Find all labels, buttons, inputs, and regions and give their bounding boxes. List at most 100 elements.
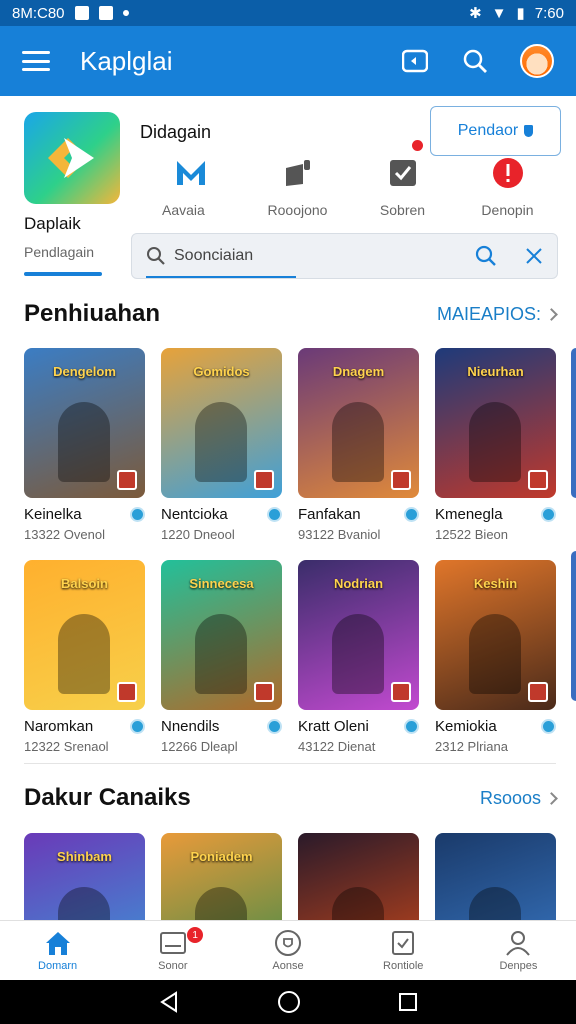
wifi-icon: ▼ xyxy=(491,4,507,22)
game-title: Kmenegla xyxy=(435,506,503,523)
nav-item-inbox[interactable]: 1 Sonor xyxy=(115,921,230,980)
featured-app-icon[interactable] xyxy=(24,112,120,204)
verified-icon xyxy=(130,507,145,522)
game-thumbnail[interactable]: Dnagem xyxy=(298,348,419,498)
category-item-2[interactable]: Rooojono xyxy=(245,156,350,218)
search-submit-icon[interactable] xyxy=(475,245,497,267)
notification-dot xyxy=(412,140,423,151)
rating-badge-icon xyxy=(254,682,274,702)
section-divider xyxy=(24,763,556,764)
status-time-right: 7:60 xyxy=(534,4,564,22)
verified-icon xyxy=(404,507,419,522)
home-button-icon[interactable] xyxy=(277,990,301,1014)
recents-icon[interactable] xyxy=(398,992,418,1012)
game-thumbnail[interactable]: Dengelom xyxy=(24,348,145,498)
game-thumbnail[interactable]: Gomidos xyxy=(161,348,282,498)
featured-action-label: Pendaor xyxy=(457,122,519,139)
game-banner-text: Gomidos xyxy=(193,364,250,379)
verified-icon xyxy=(267,507,282,522)
sim-icon xyxy=(98,6,113,20)
dot-icon xyxy=(122,10,129,16)
featured-section-label: Didagain xyxy=(140,122,212,142)
game-title: Nnendils xyxy=(161,718,220,735)
game-card[interactable]: Sinnecesa Nnendils 12266 Dleapl xyxy=(161,560,282,754)
featured-app-subtitle[interactable]: Pendlagain xyxy=(24,244,94,260)
back-icon[interactable] xyxy=(158,991,180,1013)
game-thumbnail[interactable]: Nodrian xyxy=(298,560,419,710)
verified-icon xyxy=(130,719,145,734)
avatar[interactable] xyxy=(520,44,554,78)
game-title: Naromkan xyxy=(24,718,94,735)
nav-item-home[interactable]: Domarn xyxy=(0,921,115,980)
see-more-link[interactable]: MAIEAPIOS: xyxy=(436,303,558,325)
game-meta: 1220 Dneool xyxy=(161,527,235,542)
game-title: Keinelka xyxy=(24,506,82,523)
game-banner-text: Poniadem xyxy=(190,849,253,864)
cast-icon[interactable] xyxy=(400,46,430,76)
game-card[interactable]: Keshin Kemiokia 2312 Plriana xyxy=(435,560,556,754)
category-item-3[interactable]: Sobren xyxy=(350,156,455,218)
game-banner-text: Shinbam xyxy=(57,849,112,864)
game-card[interactable]: Balsoin Naromkan 12322 Srenaol xyxy=(24,560,145,754)
game-card[interactable]: Nieurhan Kmenegla 12522 Bieon xyxy=(435,348,556,542)
featured-app-name: Daplaik xyxy=(24,214,81,233)
checkbox-icon xyxy=(386,156,420,190)
app-bar: Kaplglai xyxy=(0,26,576,96)
category-label: Aavaia xyxy=(162,202,205,218)
close-icon[interactable] xyxy=(525,247,543,265)
game-card[interactable]: Dnagem Fanfakan 93122 Bvaniol xyxy=(298,348,419,542)
game-banner-text: Balsoin xyxy=(61,576,108,591)
character-figure xyxy=(332,614,384,694)
game-banner-text: Nieurhan xyxy=(467,364,524,379)
chevron-right-icon xyxy=(545,307,558,321)
verified-icon xyxy=(404,719,419,734)
next-card-peek[interactable] xyxy=(571,348,576,498)
search-bar[interactable]: Soonciaian xyxy=(131,233,558,279)
nav-item-profile[interactable]: Denpes xyxy=(461,921,576,980)
system-nav-bar xyxy=(0,980,576,1024)
game-banner-text: Dnagem xyxy=(332,364,385,379)
see-more-label: MAIEAPIOS: xyxy=(436,303,541,324)
game-banner-text: Sinnecesa xyxy=(189,576,254,591)
game-thumbnail[interactable]: Nieurhan xyxy=(435,348,556,498)
verified-icon xyxy=(541,507,556,522)
category-item-4[interactable]: Denopin xyxy=(455,156,560,218)
notification-icon xyxy=(74,6,89,20)
home-icon xyxy=(44,930,72,956)
person-icon xyxy=(504,930,532,956)
game-thumbnail[interactable]: Keshin xyxy=(435,560,556,710)
search-input[interactable]: Soonciaian xyxy=(174,247,475,265)
search-icon xyxy=(147,247,165,265)
character-figure xyxy=(195,614,247,694)
game-grid-popular: Dengelom Keinelka 13322 Ovenol Gomidos Nentc… xyxy=(24,348,576,754)
game-banner-text: Nodrian xyxy=(333,576,384,591)
chevron-right-icon xyxy=(545,791,558,805)
nav-item-document[interactable]: Rontiole xyxy=(346,921,461,980)
game-meta: 12266 Dleapl xyxy=(161,739,238,754)
category-label: Denopin xyxy=(481,202,534,218)
category-row: Aavaia Rooojono Sobren Denopin xyxy=(140,156,560,218)
category-label: Sobren xyxy=(379,202,426,218)
game-meta: 2312 Plriana xyxy=(435,739,508,754)
menu-icon[interactable] xyxy=(22,51,50,71)
bluetooth-icon: ✱ xyxy=(469,5,482,22)
see-more-link[interactable]: Rsooos xyxy=(480,788,558,809)
nav-label: Aonse xyxy=(272,959,304,972)
featured-action-button[interactable]: Pendaor xyxy=(430,106,561,156)
search-icon[interactable] xyxy=(460,46,490,76)
game-thumbnail[interactable]: Balsoin xyxy=(24,560,145,710)
nav-label: Sonor xyxy=(158,959,188,972)
category-label: Rooojono xyxy=(267,202,328,218)
next-card-peek[interactable] xyxy=(571,551,576,701)
game-meta: 12522 Bieon xyxy=(435,527,509,542)
character-figure xyxy=(469,402,521,482)
game-card[interactable]: Nodrian Kratt Oleni 43122 Dienat xyxy=(298,560,419,754)
game-thumbnail[interactable]: Sinnecesa xyxy=(161,560,282,710)
character-figure xyxy=(195,402,247,482)
game-card[interactable]: Gomidos Nentcioka 1220 Dneool xyxy=(161,348,282,542)
nav-item-shield[interactable]: Aonse xyxy=(230,921,345,980)
alert-icon xyxy=(491,156,525,190)
nav-label: Domarn xyxy=(38,959,78,972)
category-item-1[interactable]: Aavaia xyxy=(140,156,245,218)
game-card[interactable]: Dengelom Keinelka 13322 Ovenol xyxy=(24,348,145,542)
